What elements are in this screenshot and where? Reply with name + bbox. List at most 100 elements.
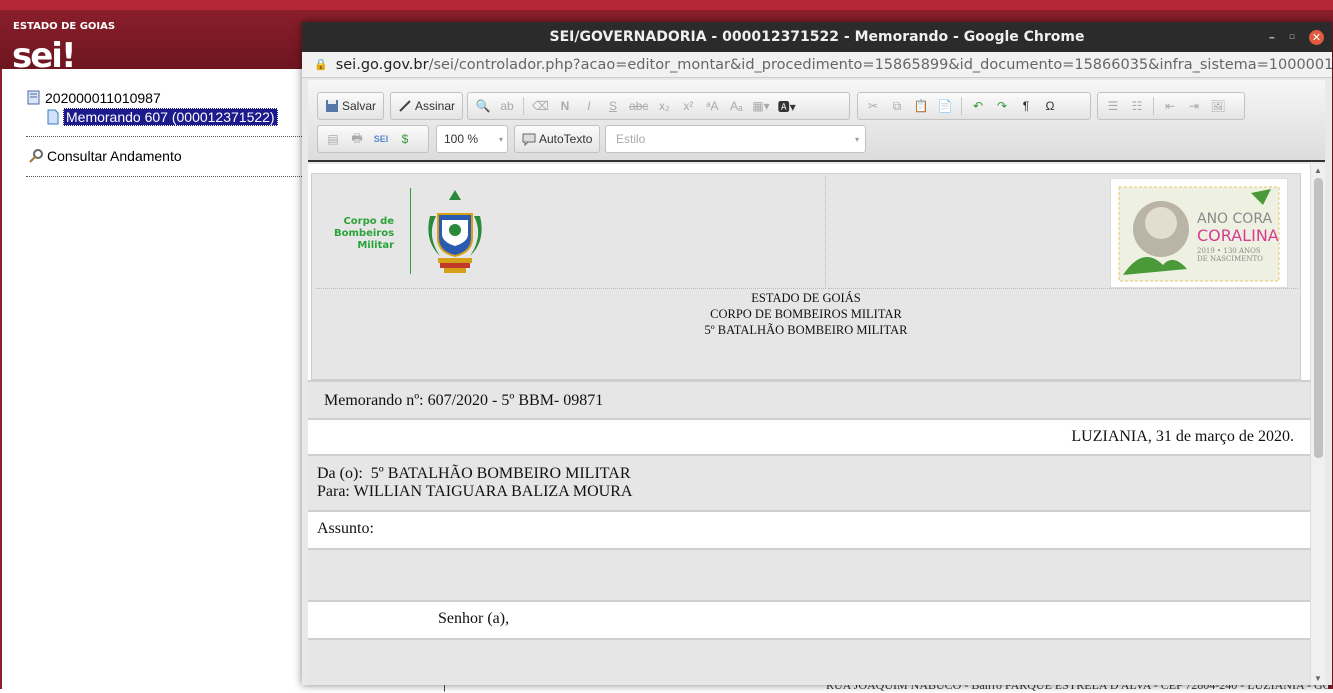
- date-row[interactable]: LUZIANIA, 31 de março de 2020.: [308, 418, 1310, 454]
- pen-icon: [399, 100, 411, 112]
- format-group: 🔍 ab ⌫ N I S abc x₂ x² ᵃA Aₐ ▦▾ 🅰▾: [467, 92, 850, 120]
- document-editor[interactable]: Corpo de Bombeiros Militar ANO CORA CORA…: [308, 164, 1325, 685]
- letterhead: Corpo de Bombeiros Militar ANO CORA CORA…: [311, 173, 1301, 380]
- subject-row[interactable]: Assunto:: [308, 510, 1310, 548]
- numbered-list-icon[interactable]: ☰: [1102, 95, 1124, 117]
- save-button[interactable]: Salvar: [322, 95, 379, 117]
- process-tree-item[interactable]: 202000011010987: [26, 90, 161, 106]
- subscript-icon[interactable]: x₂: [653, 95, 675, 117]
- process-folder-icon: [27, 90, 40, 105]
- form-icon[interactable]: ▤: [322, 128, 344, 150]
- print-icon[interactable]: 🖶: [346, 128, 368, 150]
- superscript-icon[interactable]: x²: [677, 95, 699, 117]
- coat-of-arms-icon: [428, 190, 482, 273]
- document-tree-item[interactable]: Memorando 607 (000012371522): [46, 108, 278, 126]
- maximize-icon[interactable]: ▫: [1289, 32, 1295, 42]
- scrollbar-thumb[interactable]: [1314, 178, 1323, 458]
- scroll-up-icon[interactable]: ▲: [1314, 166, 1322, 175]
- memo-number-row[interactable]: Memorando nº: 607/2020 - 5º BBM- 09871: [308, 380, 1310, 418]
- zoom-value: 100 %: [444, 132, 479, 146]
- logo-text-line: Bombeiros: [334, 228, 395, 239]
- consult-label[interactable]: Consultar Andamento: [47, 148, 182, 164]
- close-icon[interactable]: ✕: [1309, 29, 1324, 45]
- stamp-cell: ANO CORA CORALINA 2019 • 130 ANOS DE NAS…: [828, 176, 1298, 289]
- indent-icon[interactable]: ⇥: [1183, 95, 1205, 117]
- sign-button[interactable]: Assinar: [395, 95, 458, 117]
- url-path: /sei/controlador.php?acao=editor_montar&…: [428, 56, 1332, 73]
- eraser-icon[interactable]: ⌫: [529, 95, 552, 117]
- greeting: Senhor (a),: [438, 610, 510, 627]
- replace-icon[interactable]: ab: [496, 95, 518, 117]
- stamp-title-1: ANO CORA: [1197, 211, 1272, 227]
- paste-text-icon[interactable]: 📄: [934, 95, 956, 117]
- pilcrow-icon[interactable]: ¶: [1015, 95, 1037, 117]
- dollar-icon[interactable]: $: [394, 128, 416, 150]
- save-group: Salvar: [317, 92, 385, 120]
- blank-row[interactable]: [308, 548, 1310, 600]
- bold-icon[interactable]: N: [554, 95, 576, 117]
- header-line: ESTADO DE GOIÁS: [751, 291, 861, 305]
- window-controls: – ▫ ✕: [1269, 22, 1324, 52]
- table-icon[interactable]: ▦▾: [749, 95, 772, 117]
- save-label: Salvar: [342, 99, 377, 113]
- sign-group: Assinar: [390, 92, 464, 120]
- sei-link-icon[interactable]: SEI: [370, 128, 392, 150]
- blank-row[interactable]: [308, 638, 1310, 685]
- paste-icon[interactable]: 📋: [910, 95, 932, 117]
- zoom-select[interactable]: 100 % ▾: [436, 125, 508, 153]
- misc-group: ▤ 🖶 SEI $: [317, 125, 429, 153]
- to-line: Para: WILLIAN TAIGUARA BALIZA MOURA: [317, 483, 633, 500]
- from-line: Da (o): 5º BATALHÃO BOMBEIRO MILITAR: [317, 465, 631, 482]
- window-title: SEI/GOVERNADORIA - 000012371522 - Memora…: [549, 29, 1085, 45]
- redo-icon[interactable]: ↷: [991, 95, 1013, 117]
- find-icon[interactable]: 🔍: [472, 95, 494, 117]
- stamp-sub-2: DE NASCIMENTO: [1197, 255, 1263, 263]
- edit-group: ✂ ⧉ 📋 📄 ↶ ↷ ¶ Ω: [857, 92, 1091, 120]
- document-scrollbar[interactable]: ▲ ▼: [1310, 164, 1325, 685]
- separator: [523, 97, 524, 115]
- image-icon[interactable]: 🖼: [1207, 95, 1229, 117]
- autotext-group: AutoTexto: [514, 125, 601, 153]
- comment-icon: [522, 133, 536, 146]
- chevron-down-icon: ▾: [854, 134, 859, 144]
- bulleted-list-icon[interactable]: ☷: [1126, 95, 1148, 117]
- url-host: sei.go.gov.br: [335, 56, 429, 73]
- uppercase-icon[interactable]: ᵃA: [701, 95, 723, 117]
- process-number[interactable]: 202000011010987: [45, 90, 161, 106]
- floppy-icon: [326, 100, 338, 112]
- date-line: LUZIANIA, 31 de março de 2020.: [1071, 428, 1294, 445]
- commemorative-stamp: ANO CORA CORALINA 2019 • 130 ANOS DE NAS…: [1110, 178, 1288, 288]
- cut-icon[interactable]: ✂: [862, 95, 884, 117]
- stamp-sub-1: 2019 • 130 ANOS: [1197, 247, 1261, 255]
- window-titlebar[interactable]: SEI/GOVERNADORIA - 000012371522 - Memora…: [302, 22, 1332, 52]
- greeting-row[interactable]: Senhor (a),: [308, 600, 1310, 638]
- lowercase-icon[interactable]: Aₐ: [725, 95, 747, 117]
- subject-label: Assunto:: [317, 520, 374, 537]
- underline-icon[interactable]: S: [602, 95, 624, 117]
- style-placeholder: Estilo: [616, 132, 646, 146]
- copy-icon[interactable]: ⧉: [886, 95, 908, 117]
- omega-icon[interactable]: Ω: [1039, 95, 1061, 117]
- strikethrough-icon[interactable]: abc: [626, 95, 651, 117]
- from-to-row[interactable]: Da (o): 5º BATALHÃO BOMBEIRO MILITAR Par…: [308, 454, 1310, 510]
- chrome-popup-window: SEI/GOVERNADORIA - 000012371522 - Memora…: [302, 22, 1332, 685]
- lock-icon: 🔒: [314, 58, 328, 71]
- minimize-icon[interactable]: –: [1269, 30, 1275, 44]
- text-color-icon[interactable]: 🅰▾: [775, 95, 799, 117]
- header-line: CORPO DE BOMBEIROS MILITAR: [710, 307, 902, 321]
- address-bar[interactable]: 🔒 sei.go.gov.br/sei/controlador.php?acao…: [302, 52, 1332, 78]
- italic-icon[interactable]: I: [578, 95, 600, 117]
- document-label[interactable]: Memorando 607 (000012371522): [63, 108, 278, 126]
- consult-progress-link[interactable]: Consultar Andamento: [28, 148, 182, 164]
- list-group: ☰ ☷ ⇤ ⇥ 🖼: [1097, 92, 1245, 120]
- stamp-art: ANO CORA CORALINA 2019 • 130 ANOS DE NAS…: [1118, 186, 1280, 282]
- letterhead-text: ESTADO DE GOIÁS CORPO DE BOMBEIROS MILIT…: [312, 290, 1300, 338]
- separator: [1153, 97, 1154, 115]
- style-select[interactable]: Estilo ▾: [605, 125, 866, 153]
- logo-text-line: Militar: [357, 240, 395, 251]
- scroll-down-icon[interactable]: ▼: [1314, 674, 1322, 683]
- cbm-logo-text: Corpo de Bombeiros Militar: [334, 216, 394, 252]
- outdent-icon[interactable]: ⇤: [1159, 95, 1181, 117]
- autotext-button[interactable]: AutoTexto: [519, 128, 595, 150]
- undo-icon[interactable]: ↶: [967, 95, 989, 117]
